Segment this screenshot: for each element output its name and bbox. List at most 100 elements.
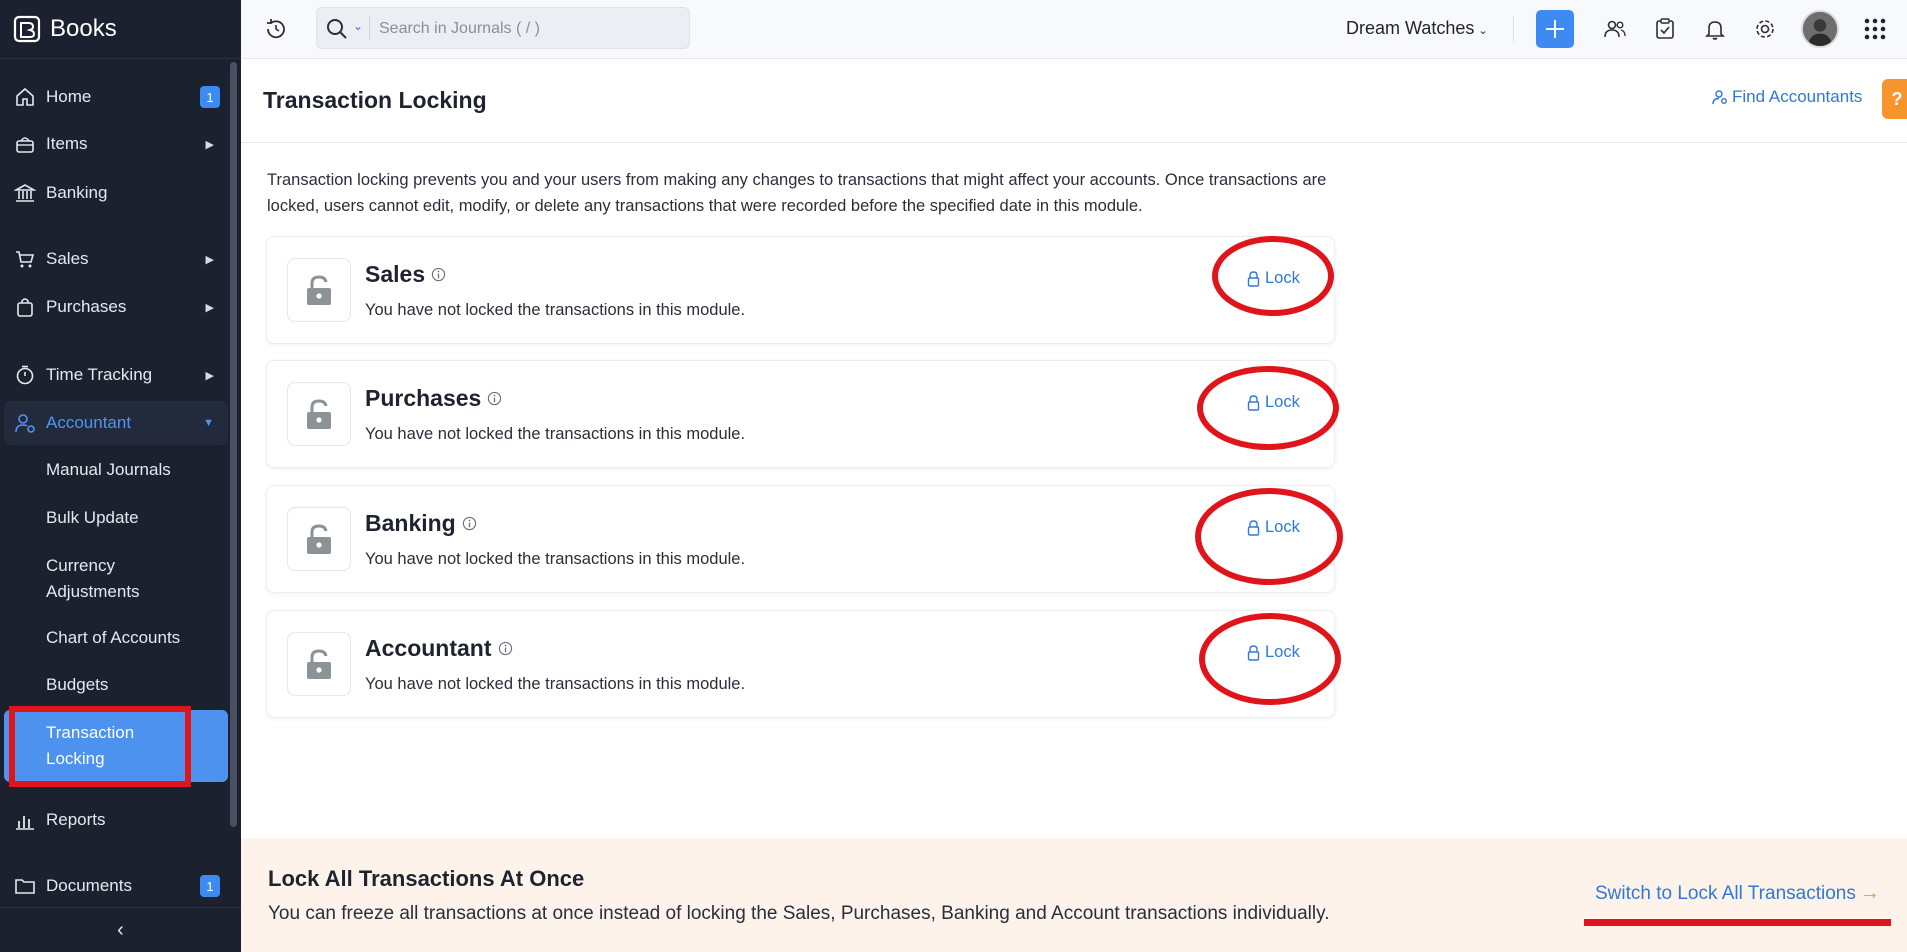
search-icon[interactable] xyxy=(325,17,349,41)
info-icon[interactable] xyxy=(462,516,477,531)
sidebar-item-items[interactable]: Items ▶ xyxy=(4,122,228,166)
module-title: Purchases xyxy=(365,385,502,412)
sidebar-item-documents[interactable]: Documents 1 xyxy=(4,864,228,908)
gear-icon[interactable] xyxy=(1753,17,1777,41)
sidebar-item-label: Documents xyxy=(46,876,132,895)
sidebar-item-label: Purchases xyxy=(46,297,127,316)
module-card-sales: Sales You have not locked the transactio… xyxy=(266,236,1335,344)
sidebar-scrollbar[interactable] xyxy=(230,62,237,827)
switch-to-lock-all-link[interactable]: Switch to Lock All Transactions → xyxy=(1595,882,1880,905)
chevron-down-icon[interactable]: ⌄ xyxy=(353,19,363,33)
sidebar-item-reports[interactable]: Reports xyxy=(4,798,228,842)
folder-icon xyxy=(14,875,36,897)
chart-icon xyxy=(14,809,36,831)
quick-create-button[interactable] xyxy=(1536,10,1574,48)
page-header: Transaction Locking Find Accountants ? xyxy=(241,59,1907,143)
search-input[interactable] xyxy=(377,14,681,44)
sidebar-item-home[interactable]: Home 1 xyxy=(4,75,228,119)
books-logo-icon xyxy=(13,15,41,43)
module-name: Sales xyxy=(365,261,426,287)
annotation-highlight-rect xyxy=(9,706,191,787)
info-icon[interactable] xyxy=(498,641,513,656)
divider xyxy=(369,16,370,40)
plus-icon xyxy=(1546,20,1564,38)
annotation-highlight-oval xyxy=(1212,236,1334,316)
module-title: Accountant xyxy=(365,635,513,662)
avatar[interactable] xyxy=(1801,10,1839,48)
module-card-accountant: Accountant You have not locked the trans… xyxy=(266,610,1341,718)
search-bar[interactable]: ⌄ xyxy=(316,7,690,49)
sidebar-item-label: Banking xyxy=(46,183,108,202)
tasks-icon[interactable] xyxy=(1653,17,1677,41)
sidebar-item-sales[interactable]: Sales ▶ xyxy=(4,237,228,281)
sidebar-subitem-bulk-update[interactable]: Bulk Update xyxy=(46,505,226,531)
find-accountants-link[interactable]: Find Accountants xyxy=(1712,87,1862,107)
banner-title: Lock All Transactions At Once xyxy=(268,866,585,891)
page-title: Transaction Locking xyxy=(263,87,487,113)
module-status: You have not locked the transactions in … xyxy=(365,675,746,693)
sidebar-item-label: Sales xyxy=(46,249,89,268)
top-bar: ⌄ Dream Watches⌄ xyxy=(241,0,1907,59)
module-card-banking: Banking You have not locked the transact… xyxy=(266,485,1343,593)
help-button[interactable]: ? xyxy=(1882,79,1907,119)
expand-arrow-icon: ▶ xyxy=(205,301,214,314)
basket-icon xyxy=(14,133,36,155)
sidebar-item-banking[interactable]: Banking xyxy=(4,171,228,215)
module-status: You have not locked the transactions in … xyxy=(365,550,746,568)
notification-badge: 1 xyxy=(200,86,220,108)
app-brand[interactable]: Books xyxy=(12,12,117,46)
app-grid-icon[interactable] xyxy=(1864,18,1886,40)
expand-arrow-icon: ▶ xyxy=(205,138,214,151)
sidebar-item-label: Time Tracking xyxy=(46,365,153,384)
divider xyxy=(1513,16,1514,42)
sidebar-item-accountant[interactable]: Accountant ▼ xyxy=(4,401,228,445)
chevron-down-icon: ⌄ xyxy=(1478,25,1488,37)
sidebar-item-label: Accountant xyxy=(46,413,132,432)
unlocked-padlock-icon xyxy=(287,632,351,696)
expand-arrow-icon: ▶ xyxy=(205,369,214,382)
sidebar-item-label: Reports xyxy=(46,810,106,829)
home-icon xyxy=(14,86,36,108)
module-title: Sales xyxy=(365,261,446,288)
sidebar-item-time-tracking[interactable]: Time Tracking ▶ xyxy=(4,353,228,397)
sidebar-subitem-currency-adjustments[interactable]: Currency Adjustments xyxy=(46,553,156,605)
collapse-arrow-icon: ▼ xyxy=(203,417,214,429)
notification-badge: 1 xyxy=(200,875,220,897)
organization-switcher[interactable]: Dream Watches ⌄ xyxy=(1346,18,1488,39)
accountant-icon xyxy=(1712,90,1727,105)
cart-icon xyxy=(14,248,36,270)
banner-description: You can freeze all transactions at once … xyxy=(268,903,1330,924)
arrow-right-icon: → xyxy=(1859,882,1880,904)
module-title: Banking xyxy=(365,510,477,537)
switch-link-label: Switch to Lock All Transactions xyxy=(1595,882,1856,904)
intro-text: Transaction locking prevents you and you… xyxy=(267,171,1327,215)
annotation-highlight-oval xyxy=(1197,366,1339,450)
recent-history-icon[interactable] xyxy=(263,16,289,42)
unlocked-padlock-icon xyxy=(287,382,351,446)
unlocked-padlock-icon xyxy=(287,258,351,322)
lock-all-banner: Lock All Transactions At Once You can fr… xyxy=(241,838,1907,952)
module-name: Accountant xyxy=(365,635,492,661)
info-icon[interactable] xyxy=(487,391,502,406)
sidebar: Books Home 1 Items ▶ Banking Sales ▶ Pur… xyxy=(0,0,241,952)
module-card-purchases: Purchases You have not locked the transa… xyxy=(266,360,1339,468)
sidebar-item-purchases[interactable]: Purchases ▶ xyxy=(4,285,228,329)
collapse-sidebar-button[interactable]: ‹ xyxy=(0,907,241,952)
sidebar-subitem-manual-journals[interactable]: Manual Journals xyxy=(46,457,226,483)
sidebar-item-label: Items xyxy=(46,134,88,153)
user-photo-icon xyxy=(1803,12,1837,46)
module-name: Purchases xyxy=(365,385,482,411)
info-icon[interactable] xyxy=(431,267,446,282)
find-accountants-label: Find Accountants xyxy=(1732,87,1863,106)
sidebar-subitem-chart-of-accounts[interactable]: Chart of Accounts xyxy=(46,625,226,651)
stopwatch-icon xyxy=(14,364,36,386)
accountant-icon xyxy=(14,412,36,434)
sidebar-subitem-budgets[interactable]: Budgets xyxy=(46,672,226,698)
users-icon[interactable] xyxy=(1603,17,1627,41)
bell-icon[interactable] xyxy=(1703,17,1727,41)
annotation-underline xyxy=(1584,919,1891,926)
chevron-left-icon: ‹ xyxy=(117,918,124,941)
bag-icon xyxy=(14,296,36,318)
expand-arrow-icon: ▶ xyxy=(205,253,214,266)
sidebar-item-label: Home xyxy=(46,87,92,106)
